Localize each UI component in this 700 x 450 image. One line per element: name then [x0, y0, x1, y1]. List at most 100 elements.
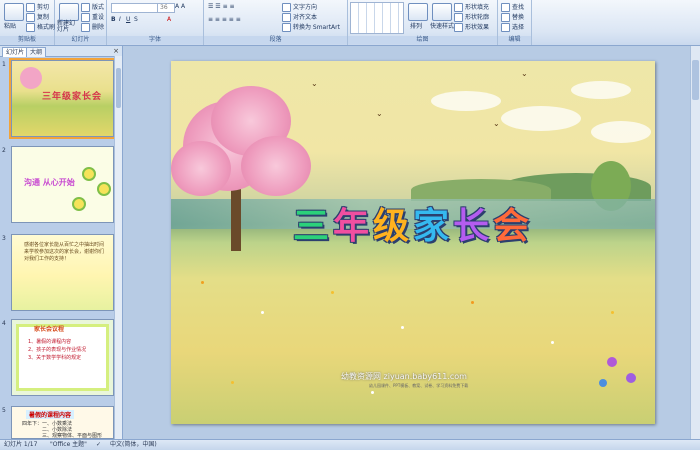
flower-image: [82, 167, 96, 181]
find-button[interactable]: 查找: [501, 2, 524, 12]
current-slide[interactable]: ⌄ ⌄ ⌄ ⌄ 三年级家长会 幼教资源网 ziyuan.baby611.com: [171, 61, 655, 424]
thumb-title: 沟通 从心开始: [24, 178, 75, 187]
slide-thumbnail-2[interactable]: 沟通 从心开始: [11, 146, 114, 223]
layout-icon: [81, 3, 90, 12]
panel-scrollbar[interactable]: [114, 56, 122, 439]
bird-icon: ⌄: [493, 119, 500, 128]
thumb-list-item: 3、关于数学学科的规定: [28, 355, 82, 361]
replace-button[interactable]: 替换: [501, 12, 524, 22]
cut-button[interactable]: 剪切: [26, 2, 49, 12]
cloud: [571, 81, 631, 99]
slides-panel: 幻灯片 大纲 × 1 三年级家长会 2 沟通 从心开始 3 感谢各位家长能从百忙…: [0, 46, 123, 439]
ribbon: 粘贴 剪切 复制 格式刷 剪贴板 新建幻灯片 版式 重设 删除 幻灯片 36 A…: [0, 0, 700, 46]
shape-fill-button[interactable]: 形状填充: [454, 2, 489, 12]
field-flower: [371, 391, 374, 394]
strike-icon[interactable]: S: [134, 16, 138, 23]
bird-icon: ⌄: [311, 79, 318, 88]
outline-pen-icon: [454, 13, 463, 22]
bold-icon[interactable]: B: [111, 16, 116, 23]
scroll-thumb[interactable]: [692, 60, 699, 100]
new-slide-icon[interactable]: [59, 3, 79, 21]
slide-thumbnail-4[interactable]: 家长会议程 1、暑假的课程内容 2、孩子的表现与作业情况 3、关于数学学科的规定: [11, 319, 114, 396]
scroll-thumb[interactable]: [116, 68, 121, 108]
slide-number: 3: [2, 235, 6, 242]
slide-number: 2: [2, 147, 6, 154]
editor-scrollbar[interactable]: [690, 46, 700, 439]
paste-button[interactable]: 粘贴: [4, 21, 16, 30]
arrange-button[interactable]: 排列: [410, 21, 422, 30]
arrange-icon[interactable]: [408, 3, 428, 21]
slide-title[interactable]: 三年级家长会: [171, 197, 655, 249]
editing-label: 编辑: [498, 36, 531, 44]
grow-font-icon[interactable]: A A: [175, 3, 185, 10]
field-flower: [551, 341, 554, 344]
delete-button[interactable]: 删除: [81, 22, 104, 32]
italic-icon[interactable]: I: [119, 16, 121, 23]
purple-flower-icon: [607, 357, 617, 367]
font-size-select[interactable]: 36: [157, 3, 175, 13]
brush-icon: [26, 23, 35, 32]
font-group: 36 A A B I U S A 字体: [107, 0, 204, 45]
slide-thumbnail-3[interactable]: 感谢各位家长能从百忙之中抽出时间来学校参加这次的家长会，谢谢你们对我们工作的支持…: [11, 234, 114, 311]
slide-thumbnail-5[interactable]: 暑假的课程内容 四年下：一、小数乘法 二、小数除法 三、观察物体、平面与图形: [11, 406, 114, 439]
cursor-icon: [501, 23, 510, 32]
drawing-group: 排列 快速样式 形状填充 形状轮廓 形状效果 绘图: [348, 0, 498, 45]
thumb-list-item: 1、暑假的课程内容: [28, 339, 72, 345]
layout-button[interactable]: 版式: [81, 2, 104, 12]
effects-icon: [454, 23, 463, 32]
slides-label: 幻灯片: [55, 36, 106, 44]
text-direction-button[interactable]: 文字方向: [282, 2, 317, 12]
text-direction-icon: [282, 3, 291, 12]
underline-icon[interactable]: U: [126, 16, 130, 23]
flower-image: [97, 182, 111, 196]
replace-icon: [501, 13, 510, 22]
quick-styles-icon[interactable]: [432, 3, 452, 21]
purple-flower-icon: [626, 373, 636, 383]
reset-button[interactable]: 重设: [81, 12, 104, 22]
reset-icon: [81, 13, 90, 22]
slides-group: 新建幻灯片 版式 重设 删除 幻灯片: [55, 0, 107, 45]
tab-outline[interactable]: 大纲: [26, 47, 47, 57]
blue-flower-icon: [599, 379, 607, 387]
align-icons[interactable]: ≡ ≡ ≡ ≡ ≡: [208, 16, 241, 23]
tab-slides[interactable]: 幻灯片: [2, 47, 29, 57]
smartart-button[interactable]: 转换为 SmartArt: [282, 22, 340, 32]
copy-button[interactable]: 复制: [26, 12, 49, 22]
watermark-subtext: 幼儿园课件、PPT模板、教案、试卷、学习资料免费下载: [369, 383, 469, 388]
cloud: [501, 106, 581, 131]
copy-icon: [26, 13, 35, 22]
field-flower: [331, 291, 334, 294]
bullets-icon[interactable]: ☰ ☰ ≡ ≡: [208, 3, 235, 10]
panel-tabs: 幻灯片 大纲 ×: [0, 46, 122, 57]
field-flower: [611, 311, 614, 314]
shapes-gallery[interactable]: [350, 2, 404, 34]
font-color-icon[interactable]: A: [167, 16, 171, 23]
shape-effects-button[interactable]: 形状效果: [454, 22, 489, 32]
format-painter-button[interactable]: 格式刷: [26, 22, 55, 32]
thumb-heading: 暑假的课程内容: [26, 410, 75, 419]
paragraph-label: 段落: [204, 36, 347, 44]
clipboard-label: 剪贴板: [0, 36, 54, 44]
tree-blossom: [171, 141, 231, 196]
thumb-text: 感谢各位家长能从百忙之中抽出时间来学校参加这次的家长会，谢谢你们对我们工作的支持…: [24, 242, 105, 262]
font-name-select[interactable]: [111, 3, 159, 13]
drawing-label: 绘图: [348, 36, 497, 44]
tree-blossom: [241, 136, 311, 196]
slide-thumbnail-1[interactable]: 三年级家长会: [9, 58, 116, 139]
watermark-text: 幼教资源网 ziyuan.baby611.com: [341, 372, 467, 381]
smartart-icon: [282, 23, 291, 32]
thumb-heading: 家长会议程: [34, 326, 65, 333]
align-text-button[interactable]: 对齐文本: [282, 12, 317, 22]
paragraph-group: ☰ ☰ ≡ ≡ ≡ ≡ ≡ ≡ ≡ 文字方向 对齐文本 转换为 SmartArt…: [204, 0, 348, 45]
status-bar: 幻灯片 1/17 "Office 主题" ✓ 中文(简体，中国): [0, 439, 700, 450]
fill-bucket-icon: [454, 3, 463, 12]
shape-outline-button[interactable]: 形状轮廓: [454, 12, 489, 22]
paste-icon[interactable]: [4, 3, 24, 21]
select-button[interactable]: 选择: [501, 22, 524, 32]
close-icon[interactable]: ×: [113, 47, 119, 55]
clipboard-group: 粘贴 剪切 复制 格式刷 剪贴板: [0, 0, 55, 45]
new-slide-button[interactable]: 新建幻灯片: [57, 21, 79, 33]
quick-styles-button[interactable]: 快速样式: [430, 21, 454, 30]
slide-number: 5: [2, 407, 6, 414]
delete-icon: [81, 23, 90, 32]
